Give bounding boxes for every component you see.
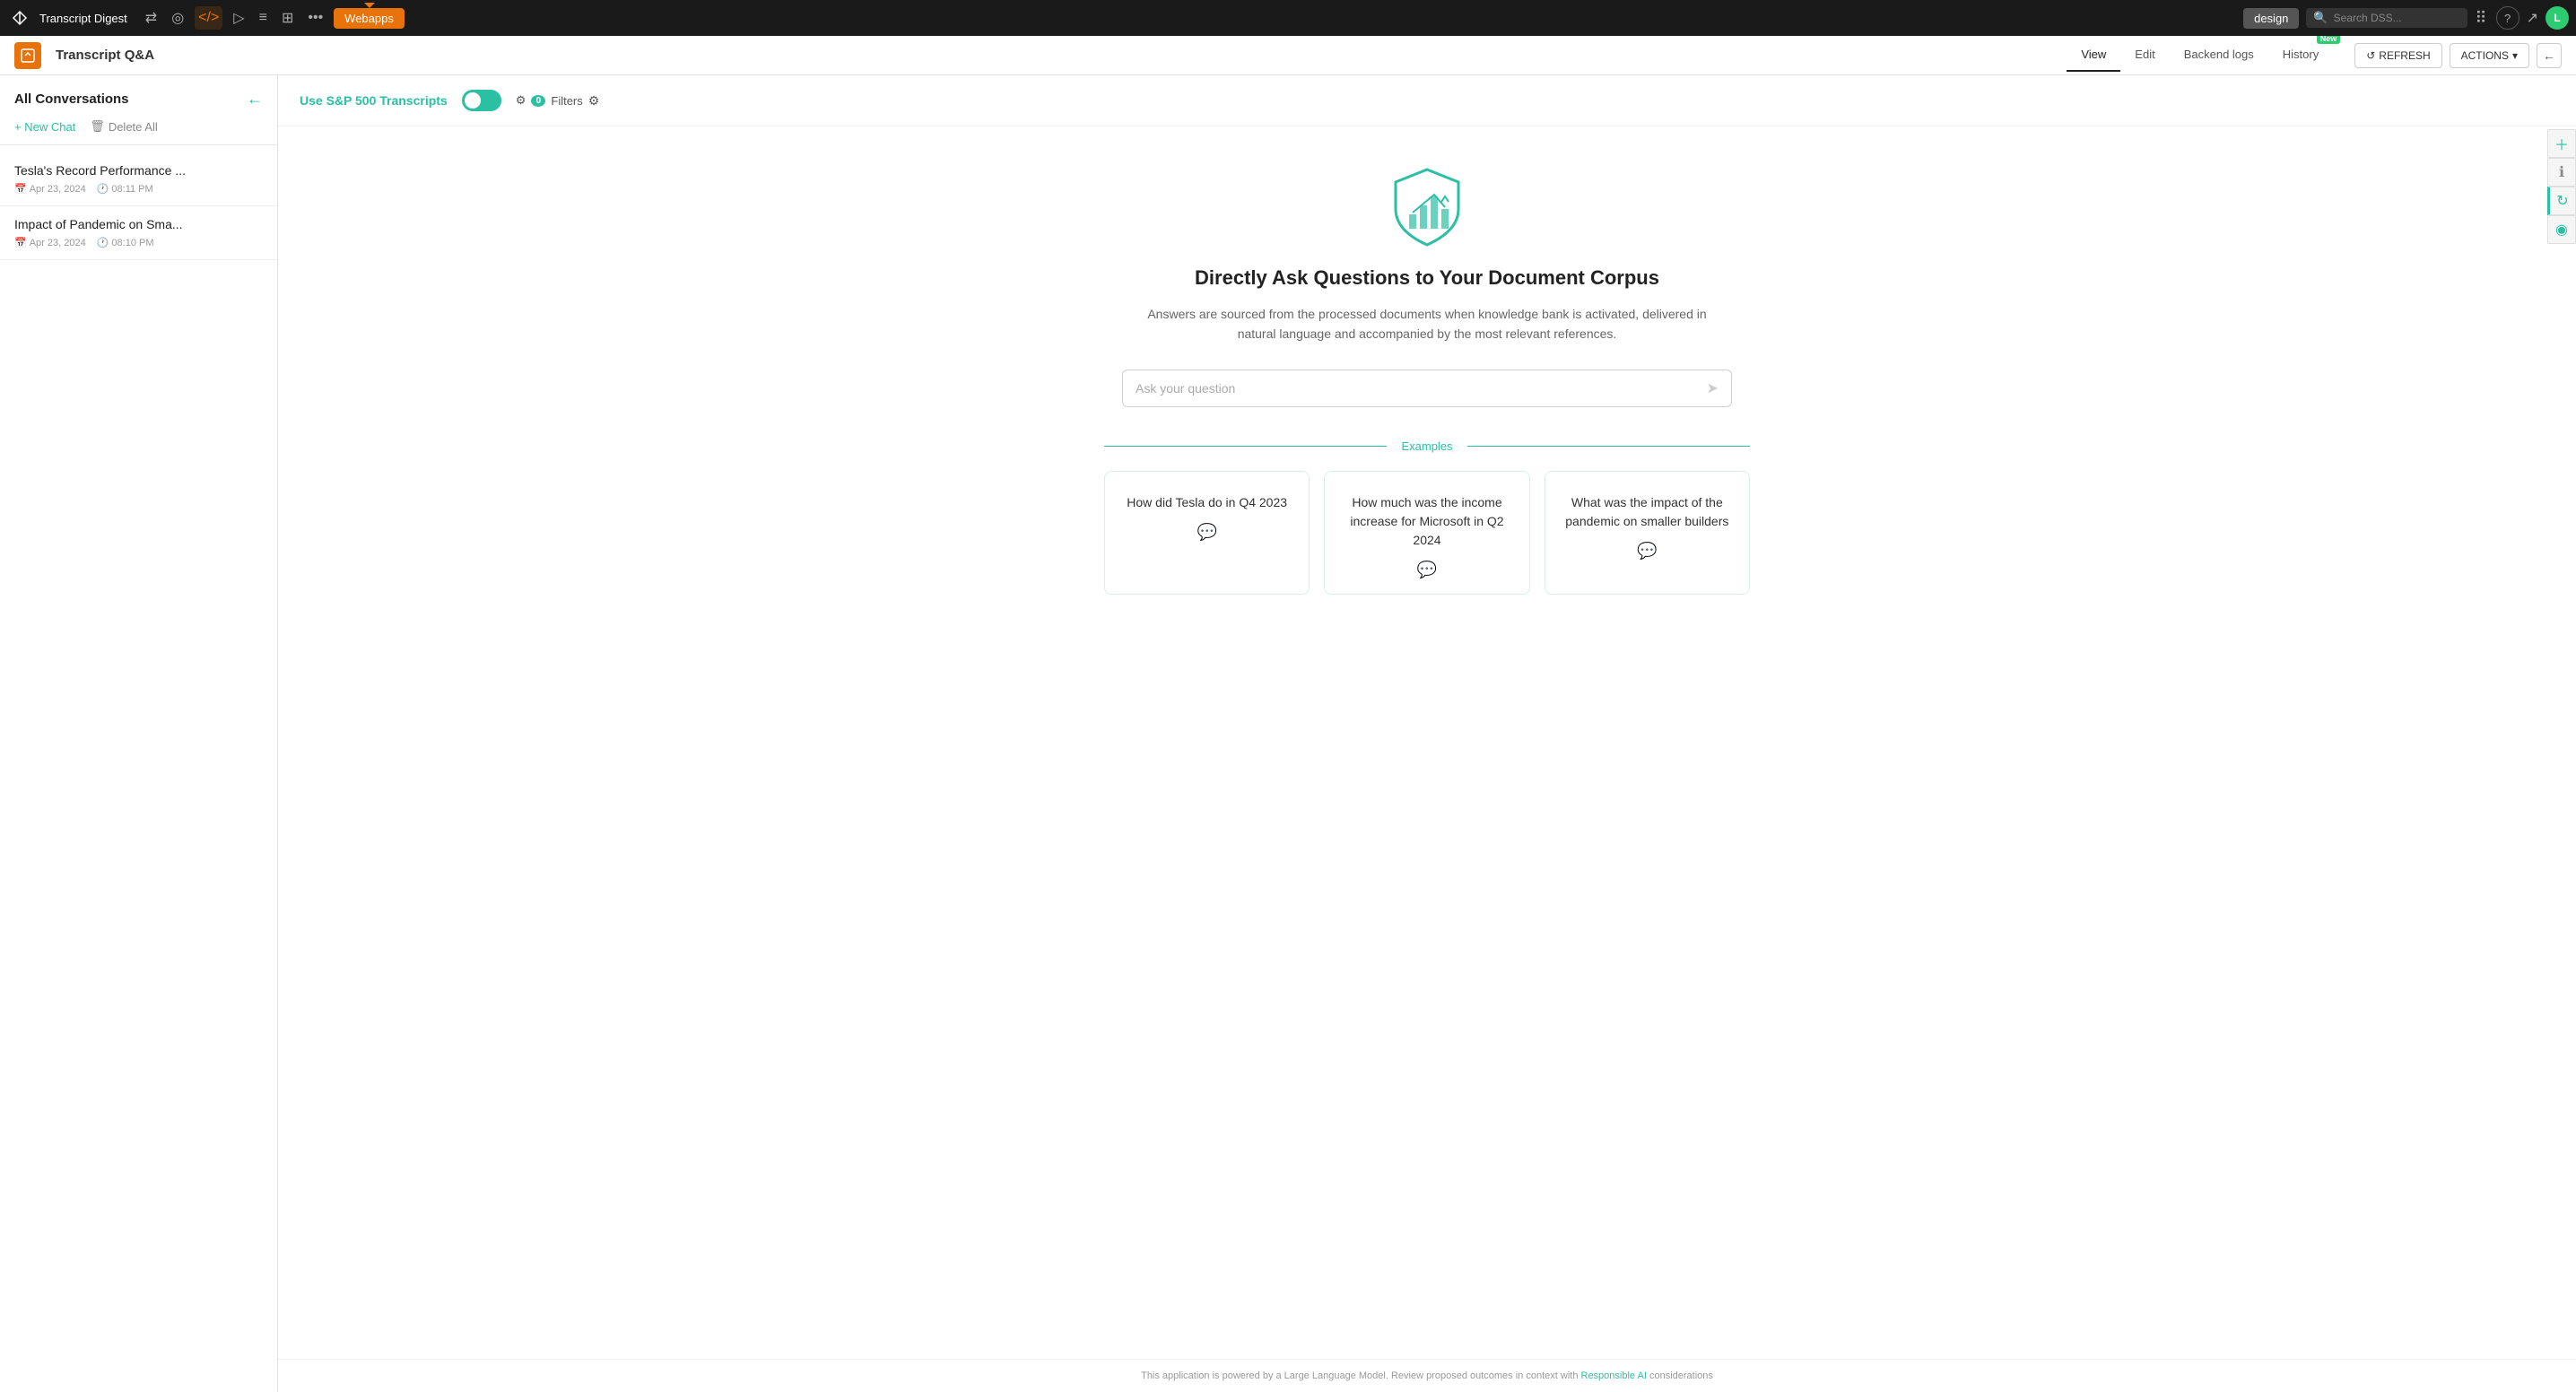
example-card-icon: 💬	[1197, 523, 1216, 542]
float-info-button[interactable]: ℹ	[2547, 158, 2576, 187]
external-link-icon[interactable]: ↗	[2527, 9, 2538, 27]
design-button[interactable]: design	[2243, 8, 2299, 29]
nav-actions: ↺ REFRESH ACTIONS ▾ ←	[2354, 43, 2562, 68]
content-area: Directly Ask Questions to Your Document …	[278, 126, 2576, 1359]
back-button[interactable]: ←	[2537, 43, 2562, 68]
conversation-meta: 📅 Apr 23, 2024 🕐 08:11 PM	[14, 183, 263, 195]
conv-time: 🕐 08:10 PM	[97, 237, 154, 248]
tab-view[interactable]: View	[2067, 39, 2120, 72]
hero-title: Directly Ask Questions to Your Document …	[1195, 266, 1659, 290]
trash-icon: 🗑	[90, 119, 105, 134]
calendar-icon: 📅	[14, 183, 27, 195]
sidebar-divider	[0, 144, 277, 145]
toggle-label: Use S&P 500 Transcripts	[300, 93, 448, 108]
sub-app-icon	[14, 42, 41, 69]
float-circle-button[interactable]: ◉	[2547, 215, 2576, 244]
example-card-text: What was the impact of the pandemic on s…	[1560, 493, 1735, 531]
new-chat-button[interactable]: + New Chat	[14, 120, 75, 134]
question-input-container: ➤	[1122, 370, 1732, 407]
content-footer: This application is powered by a Large L…	[278, 1359, 2576, 1392]
grid-icon[interactable]: ⊞	[278, 5, 297, 30]
main-content: Use S&P 500 Transcripts ⚙ 0 Filters ⚙	[278, 75, 2576, 1392]
example-card-text: How did Tesla do in Q4 2023	[1127, 493, 1287, 512]
share-icon[interactable]: ⇄	[142, 5, 161, 30]
examples-header: Examples	[1104, 439, 1750, 453]
clock-icon: 🕐	[97, 237, 109, 248]
main-layout: All Conversations ← + New Chat 🗑 Delete …	[0, 75, 2576, 1392]
play-icon[interactable]: ▷	[230, 5, 248, 30]
settings-icon: ⚙	[588, 93, 600, 109]
sp500-toggle[interactable]	[462, 90, 501, 111]
conv-date: 📅 Apr 23, 2024	[14, 183, 86, 195]
dots-icon[interactable]: ⠿	[2475, 9, 2488, 28]
webapps-label: Webapps	[344, 12, 394, 25]
sidebar-header: All Conversations ←	[0, 75, 277, 116]
actions-button[interactable]: ACTIONS ▾	[2450, 43, 2529, 68]
sub-app-title: Transcript Q&A	[56, 48, 2059, 63]
examples-cards: How did Tesla do in Q4 2023 💬 How much w…	[1104, 471, 1750, 595]
float-sync-button[interactable]: ↻	[2547, 187, 2576, 215]
responsible-ai-link[interactable]: Responsible AI	[1581, 1370, 1647, 1381]
conv-date: 📅 Apr 23, 2024	[14, 237, 86, 248]
webapps-indicator	[364, 3, 375, 8]
search-icon: 🔍	[2313, 11, 2328, 25]
refresh-icon: ↺	[2366, 49, 2375, 62]
send-icon[interactable]: ➤	[1707, 379, 1719, 397]
examples-section: Examples How did Tesla do in Q4 2023 💬 H…	[1104, 439, 1750, 595]
sub-navigation: Transcript Q&A View Edit Backend logs Hi…	[0, 36, 2576, 75]
circle-icon[interactable]: ◎	[168, 5, 187, 30]
examples-label: Examples	[1387, 439, 1466, 453]
avatar[interactable]: L	[2546, 6, 2569, 30]
tab-bar: View Edit Backend logs History New	[2067, 39, 2333, 72]
conversation-meta: 📅 Apr 23, 2024 🕐 08:10 PM	[14, 237, 263, 248]
hero-icon	[1382, 162, 1472, 252]
example-card-2[interactable]: How much was the income increase for Mic…	[1324, 471, 1529, 595]
search-input[interactable]	[2334, 12, 2459, 24]
calendar-icon: 📅	[14, 237, 27, 248]
top-navigation: Transcript Digest ⇄ ◎ </> ▷ ≡ ⊞ ••• Weba…	[0, 0, 2576, 36]
help-button[interactable]: ?	[2496, 6, 2519, 30]
layers-icon[interactable]: ≡	[256, 6, 271, 30]
right-float-buttons: ＋ ℹ ↻ ◉	[2547, 129, 2576, 244]
clock-icon: 🕐	[97, 183, 109, 195]
examples-line-right	[1467, 446, 1750, 447]
tab-history[interactable]: History New	[2268, 39, 2333, 72]
app-title: Transcript Digest	[39, 12, 127, 25]
list-item[interactable]: Impact of Pandemic on Sma... 📅 Apr 23, 2…	[0, 206, 277, 260]
delete-all-button[interactable]: 🗑 Delete All	[90, 119, 157, 134]
sidebar-title: All Conversations	[14, 91, 129, 107]
example-card-1[interactable]: How did Tesla do in Q4 2023 💬	[1104, 471, 1310, 595]
conversations-list: Tesla's Record Performance ... 📅 Apr 23,…	[0, 149, 277, 1392]
filters-badge: 0	[531, 95, 545, 107]
examples-line-left	[1104, 446, 1387, 447]
float-add-button[interactable]: ＋	[2547, 129, 2576, 158]
tab-edit[interactable]: Edit	[2120, 39, 2169, 72]
sidebar: All Conversations ← + New Chat 🗑 Delete …	[0, 75, 278, 1392]
more-icon[interactable]: •••	[304, 6, 326, 30]
content-topbar: Use S&P 500 Transcripts ⚙ 0 Filters ⚙	[278, 75, 2576, 126]
code-icon[interactable]: </>	[195, 6, 222, 30]
question-input[interactable]	[1136, 381, 1707, 396]
filter-icon: ⚙	[516, 93, 527, 108]
tab-backend-logs[interactable]: Backend logs	[2170, 39, 2268, 72]
refresh-button[interactable]: ↺ REFRESH	[2354, 43, 2441, 68]
conversation-title: Tesla's Record Performance ...	[14, 163, 263, 178]
example-card-icon: 💬	[1417, 561, 1437, 579]
conversation-title: Impact of Pandemic on Sma...	[14, 217, 263, 231]
example-card-3[interactable]: What was the impact of the pandemic on s…	[1545, 471, 1750, 595]
toggle-slider	[462, 90, 501, 111]
hero-description: Answers are sourced from the processed d…	[1140, 304, 1714, 344]
search-bar: 🔍	[2306, 8, 2467, 28]
app-logo	[7, 5, 32, 30]
chevron-down-icon: ▾	[2512, 49, 2518, 62]
filters-button[interactable]: ⚙ 0 Filters ⚙	[516, 93, 600, 109]
sidebar-actions: + New Chat 🗑 Delete All	[0, 116, 277, 144]
example-card-icon: 💬	[1637, 542, 1657, 561]
list-item[interactable]: Tesla's Record Performance ... 📅 Apr 23,…	[0, 152, 277, 206]
sidebar-back-icon[interactable]: ←	[247, 90, 263, 109]
conv-time: 🕐 08:11 PM	[97, 183, 153, 195]
example-card-text: How much was the income increase for Mic…	[1339, 493, 1514, 550]
webapps-button[interactable]: Webapps	[334, 8, 405, 29]
